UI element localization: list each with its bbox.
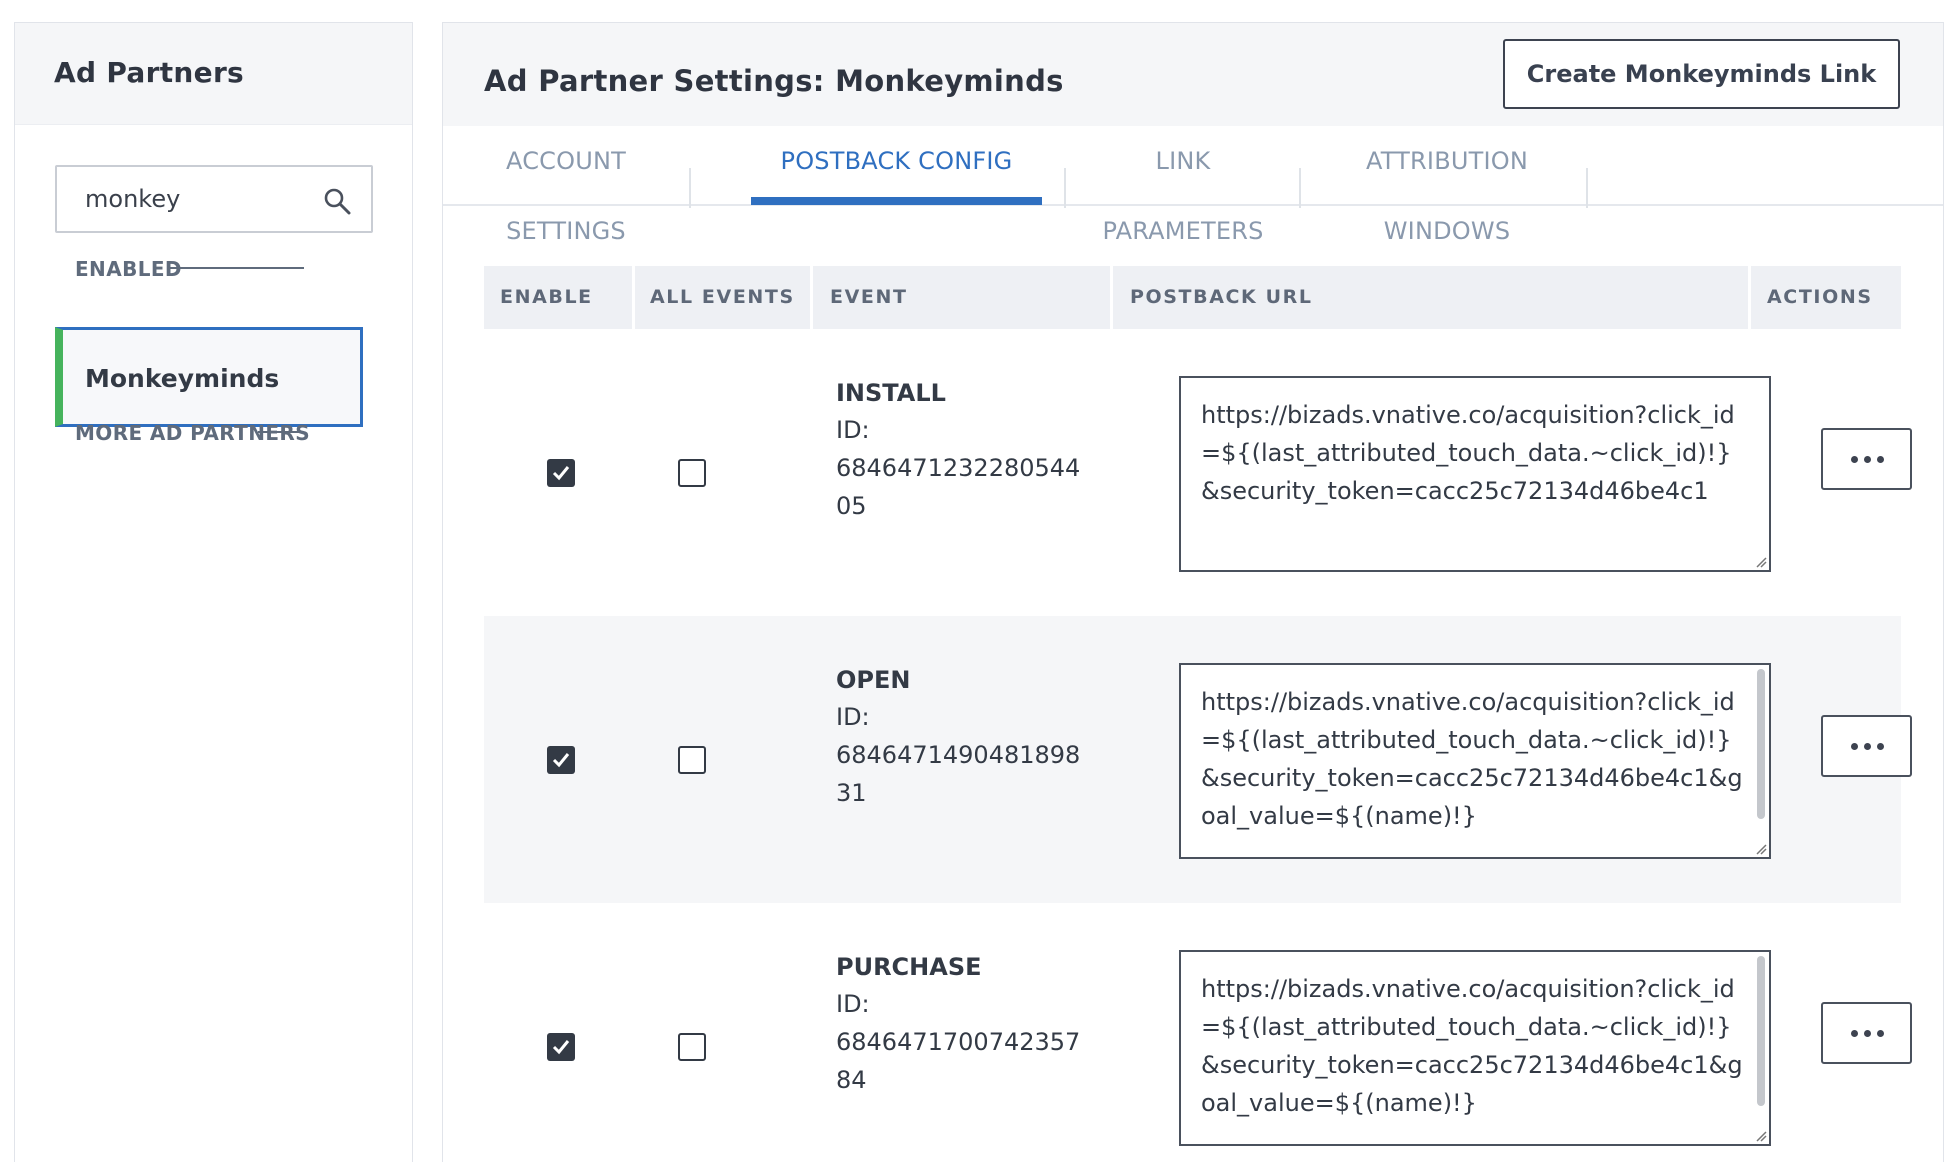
search-icon[interactable] — [323, 187, 351, 215]
checkbox-checked-icon — [552, 466, 570, 481]
table-row: PURCHASE ID: 684647170074235784 https://… — [484, 903, 1912, 1162]
more-dots-icon — [1851, 456, 1858, 463]
search-box[interactable] — [55, 165, 373, 233]
all-events-checkbox[interactable] — [678, 459, 706, 487]
sidebar-header: Ad Partners — [15, 23, 412, 125]
row-actions-button[interactable] — [1821, 715, 1912, 777]
column-header-actions: ACTIONS — [1767, 286, 1873, 308]
create-link-button[interactable]: Create Monkeyminds Link — [1503, 39, 1900, 109]
resize-handle-icon[interactable] — [1755, 556, 1767, 568]
all-events-checkbox[interactable] — [678, 746, 706, 774]
column-header-event: EVENT — [830, 286, 908, 308]
enable-checkbox[interactable] — [547, 459, 575, 487]
tab-account-settings[interactable]: ACCOUNT SETTINGS — [467, 126, 665, 245]
event-id-label: ID: — [836, 990, 870, 1018]
event-id-label: ID: — [836, 416, 870, 444]
more-dots-icon — [1877, 1030, 1884, 1037]
more-dots-icon — [1864, 1030, 1871, 1037]
table-row: OPEN ID: 684647149048189831 https://biza… — [484, 616, 1912, 903]
column-separator — [632, 266, 635, 329]
event-id: 684647170074235784 — [836, 1028, 1081, 1094]
resize-handle-icon[interactable] — [1755, 843, 1767, 855]
search-input[interactable] — [85, 167, 315, 231]
more-dots-icon — [1877, 743, 1884, 750]
tab-separator — [1586, 168, 1588, 208]
event-id: 684647123228054405 — [836, 454, 1081, 520]
column-header-all-events: ALL EVENTS — [650, 286, 795, 308]
tab-postback-config[interactable]: POSTBACK CONFIG — [751, 126, 1042, 206]
all-events-checkbox[interactable] — [678, 1033, 706, 1061]
event-name: OPEN — [836, 666, 911, 694]
postback-url-text: https://bizads.vnative.co/acquisition?cl… — [1201, 688, 1743, 830]
active-tab-indicator — [751, 197, 1042, 205]
event-name: INSTALL — [836, 379, 946, 407]
column-header-enable: ENABLE — [500, 286, 593, 308]
enable-checkbox[interactable] — [547, 1033, 575, 1061]
tab-separator — [1064, 168, 1066, 208]
postback-url-field[interactable]: https://bizads.vnative.co/acquisition?cl… — [1179, 950, 1771, 1146]
column-separator — [1110, 266, 1113, 329]
more-dots-icon — [1877, 456, 1884, 463]
sidebar-item-monkeyminds[interactable]: Monkeyminds — [55, 327, 363, 427]
settings-tabs: ACCOUNT SETTINGS POSTBACK CONFIG LINK PA… — [443, 126, 1943, 245]
enabled-divider — [168, 267, 304, 269]
column-header-postback-url: POSTBACK URL — [1130, 286, 1313, 308]
url-field-scrollbar[interactable] — [1757, 956, 1765, 1106]
checkbox-checked-icon — [552, 753, 570, 768]
url-field-scrollbar[interactable] — [1757, 669, 1765, 819]
tab-separator — [1299, 168, 1301, 208]
row-actions-button[interactable] — [1821, 428, 1912, 490]
column-separator — [810, 266, 813, 329]
event-name: PURCHASE — [836, 953, 982, 981]
tab-separator — [689, 168, 691, 208]
table-header: ENABLE ALL EVENTS EVENT POSTBACK URL ACT… — [484, 266, 1901, 329]
enabled-section-label: ENABLED — [75, 257, 182, 281]
main-header: Ad Partner Settings: Monkeyminds Create … — [443, 23, 1943, 126]
postback-url-field[interactable]: https://bizads.vnative.co/acquisition?cl… — [1179, 376, 1771, 572]
more-partners-divider — [258, 431, 304, 433]
more-dots-icon — [1864, 456, 1871, 463]
column-separator — [1748, 266, 1751, 329]
postback-url-text: https://bizads.vnative.co/acquisition?cl… — [1201, 401, 1735, 505]
tab-link-parameters[interactable]: LINK PARAMETERS — [1092, 126, 1274, 245]
checkbox-checked-icon — [552, 1040, 570, 1055]
sidebar-item-label: Monkeyminds — [85, 364, 280, 393]
more-partners-section-label: MORE AD PARTNERS — [75, 421, 311, 445]
table-row: INSTALL ID: 684647123228054405 https://b… — [484, 329, 1912, 616]
postback-url-field[interactable]: https://bizads.vnative.co/acquisition?cl… — [1179, 663, 1771, 859]
resize-handle-icon[interactable] — [1755, 1130, 1767, 1142]
tab-attribution-windows[interactable]: ATTRIBUTION WINDOWS — [1323, 126, 1571, 245]
sidebar-title: Ad Partners — [54, 56, 245, 89]
partner-settings-panel: Ad Partner Settings: Monkeyminds Create … — [442, 22, 1944, 1162]
more-dots-icon — [1864, 743, 1871, 750]
enable-checkbox[interactable] — [547, 746, 575, 774]
event-id-label: ID: — [836, 703, 870, 731]
more-dots-icon — [1851, 743, 1858, 750]
more-dots-icon — [1851, 1030, 1858, 1037]
row-actions-button[interactable] — [1821, 1002, 1912, 1064]
page-title: Ad Partner Settings: Monkeyminds — [484, 64, 1064, 98]
postback-url-text: https://bizads.vnative.co/acquisition?cl… — [1201, 975, 1743, 1117]
event-id: 684647149048189831 — [836, 741, 1081, 807]
ad-partners-sidebar: Ad Partners ENABLED Monkeyminds MORE AD … — [14, 22, 413, 1162]
